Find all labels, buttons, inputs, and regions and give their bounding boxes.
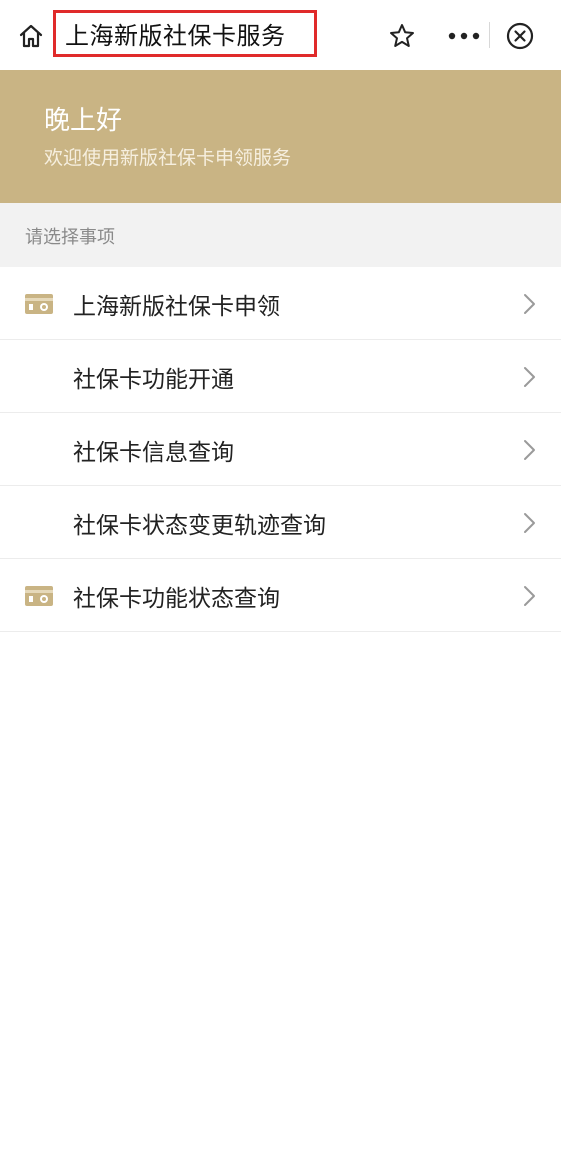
menu-item-info-query[interactable]: 社保卡信息查询 [0,413,561,486]
close-button[interactable] [503,19,537,53]
greeting-text: 晚上好 [44,106,123,136]
menu-item-function-status-query[interactable]: 社保卡功能状态查询 [0,559,561,632]
card-icon [25,294,53,314]
star-icon [390,24,414,47]
more-dots-icon [448,32,480,40]
menu-item-function-activate[interactable]: 社保卡功能开通 [0,340,561,413]
favorite-button[interactable] [386,20,418,52]
menu-list: 上海新版社保卡申领 社保卡功能开通 社保卡信息查询 社保卡状态变更轨迹查询 社保… [0,267,561,632]
chevron-right-icon [524,294,535,314]
top-bar: 上海新版社保卡服务 [0,0,561,70]
page-title-box: 上海新版社保卡服务 [53,10,317,57]
menu-item-label: 社保卡功能状态查询 [73,586,280,612]
menu-item-label: 上海新版社保卡申领 [73,294,280,320]
chevron-right-icon [524,440,535,460]
close-circle-icon [506,22,534,50]
menu-item-card-apply[interactable]: 上海新版社保卡申领 [0,267,561,340]
page-title: 上海新版社保卡服务 [65,22,286,50]
menu-item-label: 社保卡状态变更轨迹查询 [73,513,326,539]
menu-item-label: 社保卡功能开通 [73,367,234,393]
chevron-right-icon [524,513,535,533]
home-icon [19,24,43,48]
chevron-right-icon [524,586,535,606]
menu-item-label: 社保卡信息查询 [73,440,234,466]
home-button[interactable] [14,20,48,52]
chevron-right-icon [524,367,535,387]
section-label: 请选择事项 [25,227,115,248]
more-button[interactable] [445,20,483,52]
menu-item-status-track-query[interactable]: 社保卡状态变更轨迹查询 [0,486,561,559]
card-icon [25,586,53,606]
topbar-divider [489,22,490,48]
welcome-text: 欢迎使用新版社保卡申领服务 [44,147,292,169]
